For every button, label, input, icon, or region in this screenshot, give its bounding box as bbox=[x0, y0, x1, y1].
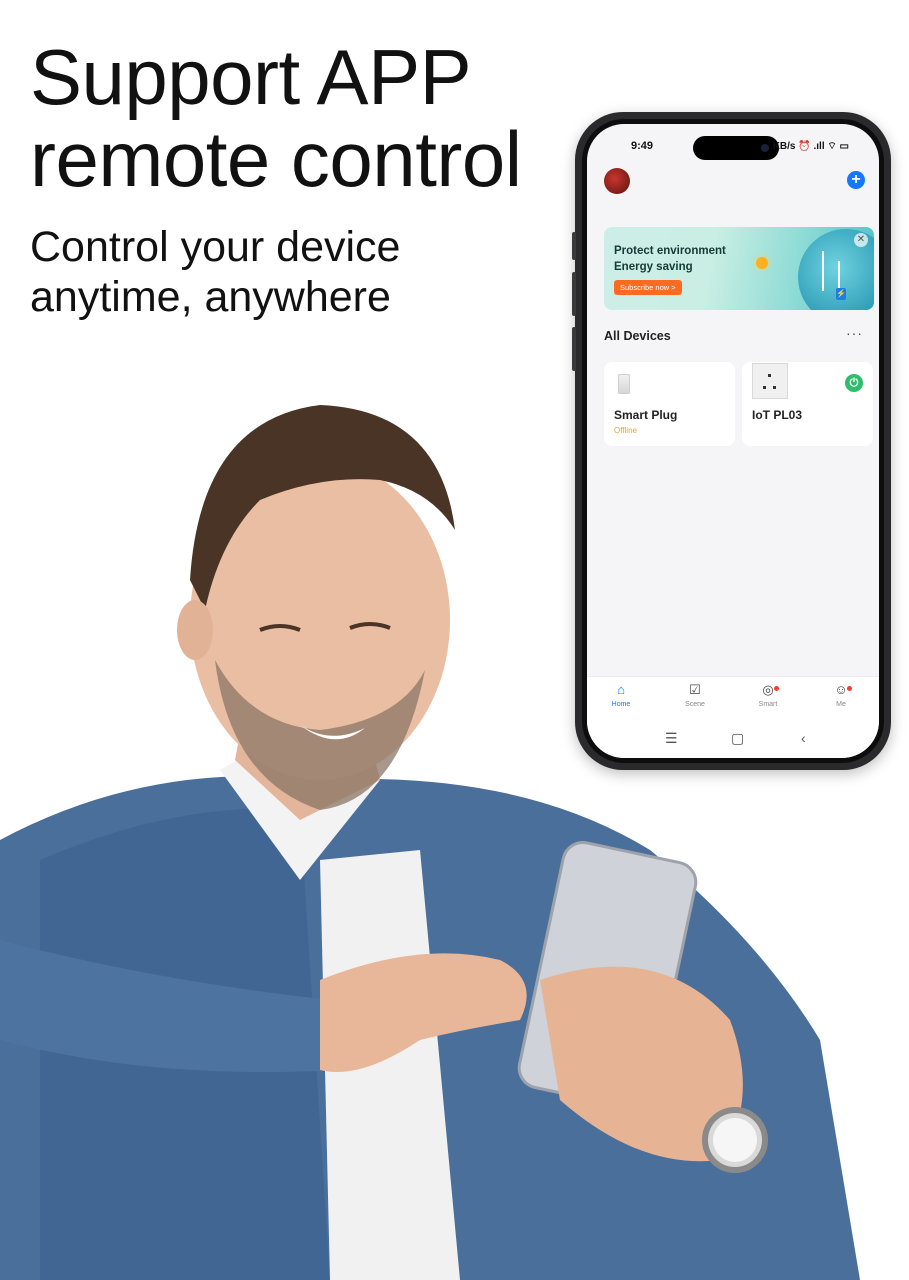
phone-mockup: 9:49 KB/s ⏰ .ıll ⌔ ▭ + Protect environme… bbox=[572, 112, 891, 770]
status-bar: 9:49 KB/s ⏰ .ıll ⌔ ▭ bbox=[587, 124, 879, 164]
headline-line-2: remote control bbox=[30, 115, 522, 203]
volume-button bbox=[572, 232, 576, 260]
tab-scene[interactable]: ☑ Scene bbox=[670, 682, 720, 709]
device-card-smart-plug[interactable]: Smart Plug Offline bbox=[604, 362, 735, 446]
all-devices-title: All Devices bbox=[604, 329, 671, 343]
device-name: IoT PL03 bbox=[752, 408, 803, 422]
subheadline: Control your device anytime, anywhere bbox=[30, 222, 400, 322]
close-icon[interactable]: ✕ bbox=[854, 233, 868, 247]
scene-icon: ☑ bbox=[689, 682, 701, 697]
battery-icon: ⚡ bbox=[836, 288, 846, 300]
menu-icon[interactable]: ☰ bbox=[665, 730, 678, 747]
bottom-tab-bar: ⌂ Home ☑ Scene ◎ Smart ☺ Me bbox=[587, 676, 879, 720]
app-screen: 9:49 KB/s ⏰ .ıll ⌔ ▭ + Protect environme… bbox=[587, 124, 879, 758]
tab-smart[interactable]: ◎ Smart bbox=[743, 683, 793, 708]
home-icon: ⌂ bbox=[617, 682, 625, 697]
device-name: Smart Plug bbox=[614, 408, 678, 422]
notification-dot bbox=[847, 686, 852, 691]
home-avatar[interactable] bbox=[604, 168, 630, 194]
banner-line-1: Protect environment bbox=[614, 245, 726, 257]
tab-label: Smart bbox=[758, 701, 778, 708]
camera-icon bbox=[761, 144, 769, 152]
tab-label: Me bbox=[836, 701, 846, 708]
smart-icon: ◎ bbox=[762, 682, 774, 697]
sun-icon bbox=[756, 257, 768, 269]
system-nav-bar: ☰ ▢ ‹ bbox=[587, 720, 879, 758]
tab-label: Scene bbox=[685, 701, 705, 708]
add-device-button[interactable]: + bbox=[847, 171, 865, 189]
wind-turbine-icon bbox=[822, 251, 824, 291]
notification-dot bbox=[774, 686, 779, 691]
volume-button bbox=[572, 327, 576, 371]
tab-me[interactable]: ☺ Me bbox=[816, 683, 866, 708]
banner-title: Protect environment Energy saving bbox=[614, 243, 726, 275]
tab-home[interactable]: ⌂ Home bbox=[596, 682, 646, 709]
headline-line-1: Support APP bbox=[30, 33, 472, 121]
back-icon[interactable]: ‹ bbox=[801, 730, 806, 746]
subheadline-line-1: Control your device bbox=[30, 223, 401, 271]
smart-plug-icon bbox=[618, 374, 630, 394]
status-time: 9:49 bbox=[631, 140, 654, 152]
wall-socket-icon bbox=[752, 363, 788, 399]
home-nav-icon[interactable]: ▢ bbox=[731, 730, 744, 747]
more-icon[interactable]: ··· bbox=[846, 325, 863, 341]
device-status: Offline bbox=[614, 426, 637, 435]
banner-line-2: Energy saving bbox=[614, 261, 693, 273]
tab-label: Home bbox=[611, 701, 631, 708]
headline: Support APP remote control Control your … bbox=[30, 33, 522, 321]
power-toggle-button[interactable]: ⏻ bbox=[845, 374, 863, 392]
volume-button bbox=[572, 272, 576, 316]
subheadline-line-2: anytime, anywhere bbox=[30, 273, 391, 321]
me-icon: ☺ bbox=[834, 682, 848, 697]
device-card-iot-pl03[interactable]: ⏻ IoT PL03 bbox=[742, 362, 873, 446]
dynamic-island bbox=[693, 136, 779, 160]
status-icons: KB/s ⏰ .ıll ⌔ ▭ bbox=[772, 141, 849, 152]
promo-banner[interactable]: Protect environment Energy saving Subscr… bbox=[604, 227, 874, 310]
subscribe-button[interactable]: Subscribe now > bbox=[614, 280, 682, 295]
